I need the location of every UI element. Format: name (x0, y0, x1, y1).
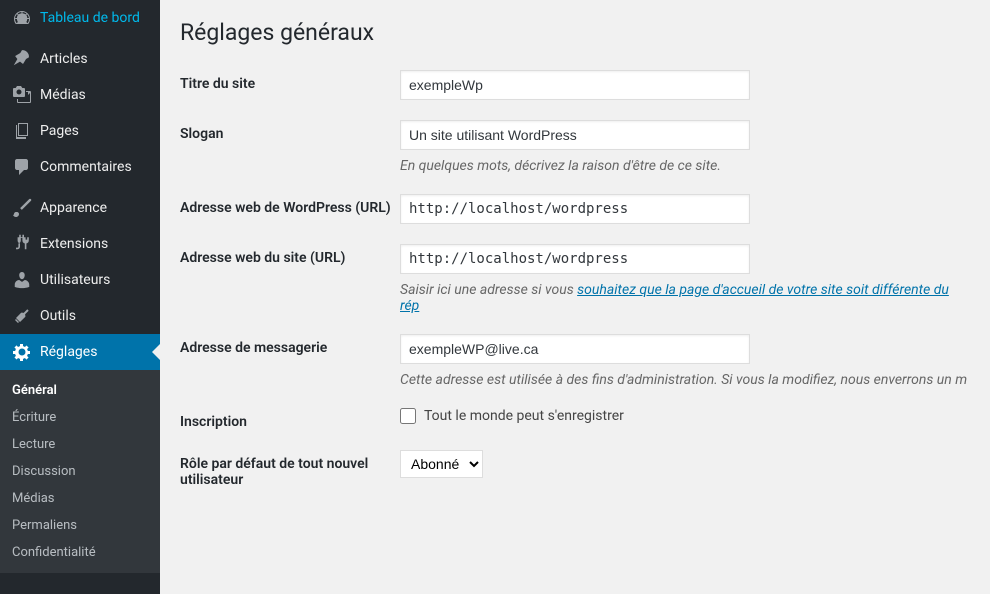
sidebar-item-plugins[interactable]: Extensions (0, 226, 160, 262)
content-area: Réglages généraux Titre du site Slogan E… (160, 0, 990, 594)
sidebar-label: Extensions (40, 236, 108, 252)
tagline-input[interactable] (400, 120, 750, 150)
submenu-item-reading[interactable]: Lecture (0, 431, 160, 458)
site-url-help-text: Saisir ici une adresse si vous (400, 282, 577, 298)
brush-icon (12, 198, 32, 218)
tools-icon (12, 306, 32, 326)
site-url-label: Adresse web du site (URL) (180, 244, 400, 266)
sidebar-item-appearance[interactable]: Apparence (0, 190, 160, 226)
site-title-input[interactable] (400, 70, 750, 100)
sidebar-label: Outils (40, 308, 76, 324)
email-input[interactable] (400, 334, 750, 364)
submenu-item-media[interactable]: Médias (0, 485, 160, 512)
wp-url-label: Adresse web de WordPress (URL) (180, 194, 400, 216)
sidebar-label: Tableau de bord (40, 10, 140, 26)
sidebar-label: Commentaires (40, 159, 132, 175)
email-label: Adresse de messagerie (180, 334, 400, 356)
sidebar-item-users[interactable]: Utilisateurs (0, 262, 160, 298)
dashboard-icon (12, 8, 32, 28)
comment-icon (12, 157, 32, 177)
sidebar-label: Réglages (40, 344, 97, 360)
settings-icon (12, 342, 32, 362)
default-role-label: Rôle par défaut de tout nouvel utilisate… (180, 450, 400, 488)
sidebar-label: Médias (40, 87, 86, 103)
wp-url-input[interactable] (400, 194, 750, 224)
sidebar-label: Apparence (40, 200, 107, 216)
registration-checkbox[interactable] (400, 408, 416, 424)
tagline-help: En quelques mots, décrivez la raison d'ê… (400, 158, 970, 174)
submenu-item-writing[interactable]: Écriture (0, 404, 160, 431)
user-icon (12, 270, 32, 290)
default-role-select[interactable]: Abonné (400, 450, 483, 478)
page-icon (12, 121, 32, 141)
submenu-item-privacy[interactable]: Confidentialité (0, 539, 160, 566)
email-help: Cette adresse est utilisée à des fins d'… (400, 372, 970, 388)
settings-form: Titre du site Slogan En quelques mots, d… (180, 70, 970, 488)
tagline-label: Slogan (180, 120, 400, 142)
media-icon (12, 85, 32, 105)
sidebar-item-settings[interactable]: Réglages (0, 334, 160, 370)
sidebar-item-dashboard[interactable]: Tableau de bord (0, 0, 160, 36)
sidebar-label: Utilisateurs (40, 272, 110, 288)
submenu-item-permalinks[interactable]: Permaliens (0, 512, 160, 539)
settings-submenu: Général Écriture Lecture Discussion Médi… (0, 370, 160, 573)
registration-label: Inscription (180, 408, 400, 430)
submenu-item-general[interactable]: Général (0, 377, 160, 404)
page-title: Réglages généraux (180, 10, 970, 50)
submenu-item-discussion[interactable]: Discussion (0, 458, 160, 485)
sidebar-item-tools[interactable]: Outils (0, 298, 160, 334)
sidebar-item-posts[interactable]: Articles (0, 41, 160, 77)
pin-icon (12, 49, 32, 69)
site-url-help: Saisir ici une adresse si vous souhaitez… (400, 282, 970, 314)
admin-sidebar: Tableau de bord Articles Médias Pages Co… (0, 0, 160, 594)
site-title-label: Titre du site (180, 70, 400, 92)
sidebar-item-pages[interactable]: Pages (0, 113, 160, 149)
site-url-input[interactable] (400, 244, 750, 274)
sidebar-label: Articles (40, 51, 88, 67)
plugin-icon (12, 234, 32, 254)
sidebar-label: Pages (40, 123, 79, 139)
sidebar-item-comments[interactable]: Commentaires (0, 149, 160, 185)
sidebar-item-media[interactable]: Médias (0, 77, 160, 113)
registration-checkbox-label[interactable]: Tout le monde peut s'enregistrer (424, 408, 624, 424)
